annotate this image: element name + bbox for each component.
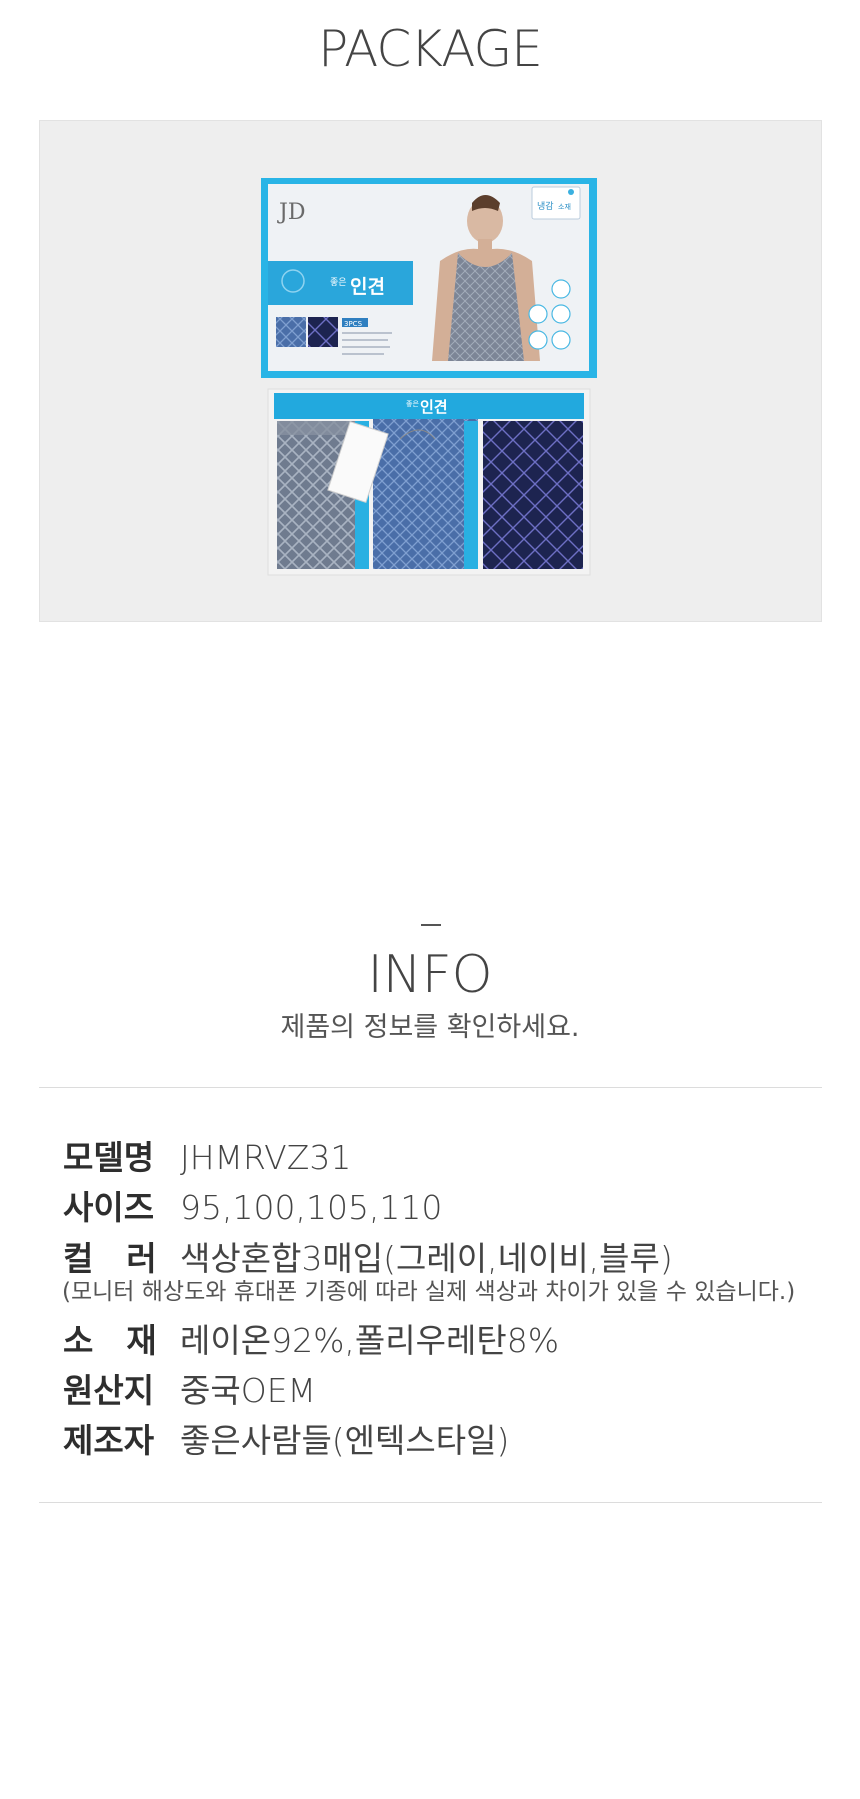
- color-disclaimer: (모니터 해상도와 휴대폰 기종에 따라 실제 색상과 차이가 있을 수 있습니…: [62, 1279, 796, 1305]
- package-illustration: JD 좋은 인견 냉감 소재 3PCS 좋은 인견: [261, 178, 597, 576]
- info-row-manufacturer: 제조자 좋은사람들(엔텍스타일): [63, 1414, 509, 1462]
- info-row-model: 모델명 JHMRVZ31: [63, 1131, 351, 1179]
- count-label: 3PCS: [344, 320, 363, 328]
- cooling-badge-sub: 소재: [558, 203, 571, 211]
- info-row-material: 소 재 레이온92%,폴리우레탄8%: [63, 1314, 559, 1362]
- divider-line: [39, 1502, 822, 1503]
- info-value: 좋은사람들(엔텍스타일): [180, 1421, 510, 1460]
- info-value: 중국OEM: [180, 1371, 317, 1410]
- product-name: 인견: [350, 276, 385, 298]
- info-label: 소 재: [63, 1321, 157, 1360]
- tray-name-small: 좋은: [406, 400, 419, 408]
- info-label: 원산지: [63, 1371, 155, 1410]
- tray-name: 인견: [420, 398, 448, 416]
- info-row-origin: 원산지 중국OEM: [63, 1364, 316, 1412]
- info-label: 모델명: [63, 1138, 155, 1177]
- info-label: 제조자: [63, 1421, 155, 1460]
- package-photo: JD 좋은 인견 냉감 소재 3PCS 좋은 인견: [39, 120, 822, 622]
- brand-logo: JD: [277, 200, 305, 225]
- info-row-size: 사이즈 95,100,105,110: [63, 1181, 442, 1229]
- info-value: JHMRVZ31: [180, 1138, 352, 1177]
- box-tray: [267, 388, 591, 576]
- info-value: 95,100,105,110: [180, 1188, 443, 1227]
- info-value: 레이온92%,폴리우레탄8%: [180, 1321, 560, 1360]
- info-label: 사이즈: [63, 1188, 155, 1227]
- cooling-badge: 냉감: [537, 200, 554, 212]
- divider-line: [39, 1087, 822, 1088]
- info-title: INFO: [367, 945, 493, 1005]
- section-divider-dash: [421, 924, 441, 926]
- package-title: PACKAGE: [318, 20, 543, 78]
- product-name-small: 좋은: [330, 277, 347, 288]
- info-subtitle: 제품의 정보를 확인하세요.: [280, 1012, 580, 1043]
